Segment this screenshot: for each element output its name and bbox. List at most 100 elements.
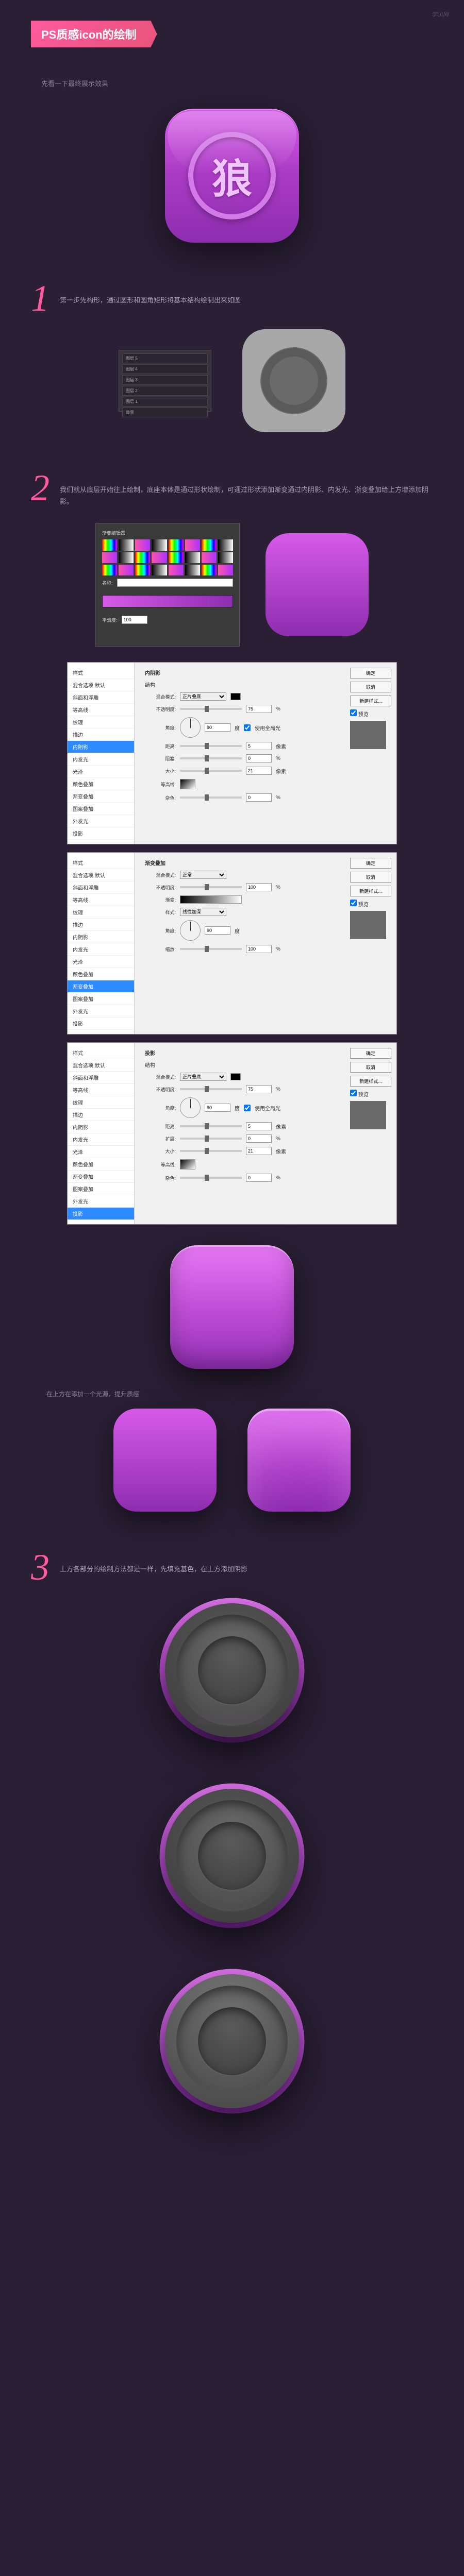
side-item[interactable]: 等高线 <box>68 1084 134 1096</box>
angle-dial[interactable] <box>180 920 201 941</box>
side-item[interactable]: 内阴影 <box>68 931 134 943</box>
side-item[interactable]: 图案叠加 <box>68 1183 134 1195</box>
blend-select[interactable]: 正片叠底 <box>180 692 226 701</box>
noise-slider[interactable] <box>180 796 242 799</box>
blend-select[interactable]: 正片叠底 <box>180 1073 226 1081</box>
noise-input[interactable] <box>246 1174 272 1182</box>
side-item[interactable]: 渐变叠加 <box>68 790 134 803</box>
global-light-check[interactable] <box>244 724 251 731</box>
contour-thumb[interactable] <box>180 779 195 789</box>
side-item[interactable]: 内发光 <box>68 753 134 766</box>
side-item[interactable]: 等高线 <box>68 704 134 716</box>
side-item[interactable]: 样式 <box>68 667 134 679</box>
preview-check[interactable]: 预览 <box>350 1090 391 1098</box>
side-item-active[interactable]: 内阴影 <box>68 741 134 753</box>
angle-dial[interactable] <box>180 717 201 738</box>
cancel-button[interactable]: 取消 <box>350 1062 391 1073</box>
side-item[interactable]: 样式 <box>68 857 134 869</box>
opacity-input[interactable] <box>246 1085 272 1093</box>
side-item[interactable]: 等高线 <box>68 894 134 906</box>
dist-label: 距离: <box>145 1123 176 1130</box>
side-item[interactable]: 样式 <box>68 1047 134 1059</box>
side-item[interactable]: 描边 <box>68 919 134 931</box>
noise-slider[interactable] <box>180 1177 242 1179</box>
choke-input[interactable] <box>246 754 272 762</box>
side-item[interactable]: 渐变叠加 <box>68 1171 134 1183</box>
spread-input[interactable] <box>246 1134 272 1143</box>
size-input[interactable] <box>246 1147 272 1155</box>
side-item[interactable]: 投影 <box>68 827 134 840</box>
choke-slider[interactable] <box>180 757 242 759</box>
side-item[interactable]: 颜色叠加 <box>68 968 134 980</box>
side-item[interactable]: 颜色叠加 <box>68 778 134 790</box>
side-item[interactable]: 斜面和浮雕 <box>68 882 134 894</box>
new-style-button[interactable]: 新建样式... <box>350 1076 391 1087</box>
preview-check[interactable]: 预览 <box>350 900 391 908</box>
side-item[interactable]: 斜面和浮雕 <box>68 691 134 704</box>
side-item[interactable]: 混合选项:默认 <box>68 869 134 882</box>
side-item[interactable]: 光泽 <box>68 1146 134 1158</box>
side-item[interactable]: 纹理 <box>68 906 134 919</box>
opacity-slider[interactable] <box>180 886 242 888</box>
gradient-preview[interactable] <box>180 895 242 904</box>
side-item[interactable]: 光泽 <box>68 956 134 968</box>
ok-button[interactable]: 确定 <box>350 1048 391 1059</box>
global-light-check[interactable] <box>244 1105 251 1111</box>
opacity-slider[interactable] <box>180 708 242 710</box>
dist-input[interactable] <box>246 742 272 750</box>
cancel-button[interactable]: 取消 <box>350 872 391 883</box>
dist-slider[interactable] <box>180 1125 242 1127</box>
angle-dial[interactable] <box>180 1097 201 1118</box>
gradient-bar[interactable] <box>102 595 233 607</box>
angle-input[interactable] <box>205 1104 230 1112</box>
side-item[interactable]: 光泽 <box>68 766 134 778</box>
angle-input[interactable] <box>205 723 230 732</box>
dial-wrap <box>165 1603 299 1737</box>
color-swatch[interactable] <box>230 693 241 700</box>
side-item[interactable]: 投影 <box>68 1018 134 1030</box>
scale-slider[interactable] <box>180 948 242 950</box>
side-item[interactable]: 外发光 <box>68 1005 134 1018</box>
side-item[interactable]: 内发光 <box>68 943 134 956</box>
size-slider[interactable] <box>180 1150 242 1152</box>
spread-slider[interactable] <box>180 1138 242 1140</box>
size-slider[interactable] <box>180 770 242 772</box>
side-item-active[interactable]: 投影 <box>68 1208 134 1220</box>
side-item-active[interactable]: 渐变叠加 <box>68 980 134 993</box>
side-item[interactable]: 斜面和浮雕 <box>68 1072 134 1084</box>
gradient-name-input[interactable] <box>117 579 233 587</box>
side-item[interactable]: 混合选项:默认 <box>68 679 134 691</box>
ok-button[interactable]: 确定 <box>350 858 391 869</box>
color-swatch[interactable] <box>230 1073 241 1080</box>
side-item[interactable]: 图案叠加 <box>68 803 134 815</box>
side-item[interactable]: 纹理 <box>68 1096 134 1109</box>
size-input[interactable] <box>246 767 272 775</box>
new-style-button[interactable]: 新建样式... <box>350 696 391 706</box>
side-item[interactable]: 内阴影 <box>68 1121 134 1133</box>
new-style-button[interactable]: 新建样式... <box>350 886 391 896</box>
dist-slider[interactable] <box>180 745 242 747</box>
noise-input[interactable] <box>246 793 272 802</box>
side-item[interactable]: 外发光 <box>68 815 134 827</box>
preview-check[interactable]: 预览 <box>350 709 391 718</box>
style-select[interactable]: 线性加深 <box>180 908 226 916</box>
blend-select[interactable]: 正常 <box>180 871 226 879</box>
opacity-input[interactable] <box>246 883 272 891</box>
side-item[interactable]: 纹理 <box>68 716 134 728</box>
smoothness-input[interactable] <box>122 616 147 624</box>
angle-input[interactable] <box>205 926 230 935</box>
side-item[interactable]: 颜色叠加 <box>68 1158 134 1171</box>
side-item[interactable]: 描边 <box>68 1109 134 1121</box>
dist-input[interactable] <box>246 1122 272 1130</box>
side-item[interactable]: 图案叠加 <box>68 993 134 1005</box>
ok-button[interactable]: 确定 <box>350 668 391 679</box>
side-item[interactable]: 内发光 <box>68 1133 134 1146</box>
contour-thumb[interactable] <box>180 1159 195 1170</box>
opacity-slider[interactable] <box>180 1088 242 1090</box>
side-item[interactable]: 描边 <box>68 728 134 741</box>
scale-input[interactable] <box>246 945 272 953</box>
side-item[interactable]: 混合选项:默认 <box>68 1059 134 1072</box>
cancel-button[interactable]: 取消 <box>350 682 391 692</box>
opacity-input[interactable] <box>246 705 272 713</box>
side-item[interactable]: 外发光 <box>68 1195 134 1208</box>
